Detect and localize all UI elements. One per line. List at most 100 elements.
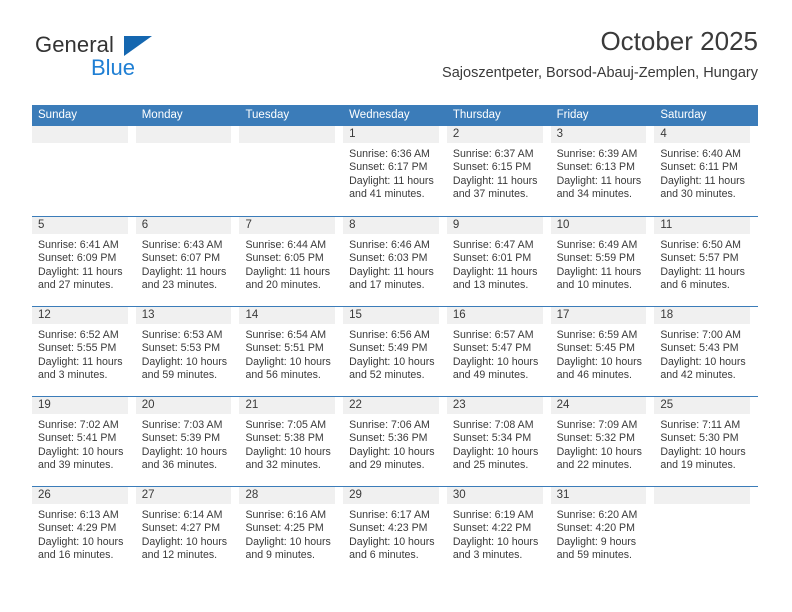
- day-details: [239, 143, 335, 148]
- day-detail-line: and 59 minutes.: [141, 369, 218, 382]
- day-detail-line: Sunrise: 6:46 AM: [349, 239, 430, 251]
- day-details: Sunrise: 7:08 AM Sunset: 5:34 PM Daylight:…: [447, 414, 543, 473]
- calendar-week-row: 5 Sunrise: 6:41 AM Sunset: 6:09 PM Daylight…: [32, 216, 758, 306]
- day-details: [654, 504, 750, 509]
- day-detail-line: Sunset: 6:11 PM: [660, 161, 738, 174]
- day-detail-line: Sunrise: 6:53 AM: [141, 329, 223, 341]
- day-cell-10[interactable]: 10 Sunrise: 6:49 AM Sunset: 5:59 PM Dayligh…: [550, 217, 655, 306]
- day-detail-line: Sunrise: 6:17 AM: [349, 509, 430, 521]
- day-detail-line: and 32 minutes.: [245, 459, 321, 472]
- day-cell-22[interactable]: 22 Sunrise: 7:06 AM Sunset: 5:36 PM Dayligh…: [343, 397, 447, 486]
- day-cell-3[interactable]: 3 Sunrise: 6:39 AM Sunset: 6:13 PM Daylight…: [550, 126, 655, 216]
- day-cell-18[interactable]: 18 Sunrise: 7:00 AM Sunset: 5:43 PM Dayligh…: [654, 307, 758, 396]
- day-details: Sunrise: 6:50 AM Sunset: 5:57 PM Daylight:…: [654, 234, 750, 293]
- day-number: 30: [446, 487, 543, 504]
- day-cell-16[interactable]: 16 Sunrise: 6:57 AM Sunset: 5:47 PM Dayligh…: [446, 307, 551, 396]
- day-cell-11[interactable]: 11 Sunrise: 6:50 AM Sunset: 5:57 PM Dayligh…: [654, 217, 758, 306]
- day-details: Sunrise: 6:47 AM Sunset: 6:01 PM Daylight:…: [447, 234, 543, 293]
- day-cell-23[interactable]: 23 Sunrise: 7:08 AM Sunset: 5:34 PM Dayligh…: [446, 397, 551, 486]
- day-cell-13[interactable]: 13 Sunrise: 6:53 AM Sunset: 5:53 PM Dayligh…: [135, 307, 240, 396]
- day-detail-line: Daylight: 10 hours: [660, 355, 746, 368]
- day-number: 1: [343, 126, 439, 143]
- weekday-header-row: Sunday Monday Tuesday Wednesday Thursday Frid…: [32, 105, 758, 126]
- day-detail-line: Daylight: 11 hours: [452, 265, 538, 278]
- day-detail-line: Sunset: 6:09 PM: [38, 252, 117, 265]
- day-cell-14[interactable]: 14 Sunrise: 6:54 AM Sunset: 5:51 PM Dayligh…: [239, 307, 343, 396]
- day-details: Sunrise: 6:57 AM Sunset: 5:47 PM Daylight:…: [447, 324, 543, 383]
- day-detail-line: Sunrise: 6:41 AM: [38, 239, 119, 251]
- day-number: 9: [446, 217, 543, 234]
- day-cell-19[interactable]: 19 Sunrise: 7:02 AM Sunset: 5:41 PM Dayligh…: [32, 397, 136, 486]
- day-details: Sunrise: 6:43 AM Sunset: 6:07 PM Daylight:…: [136, 234, 232, 293]
- day-details: Sunrise: 7:05 AM Sunset: 5:38 PM Daylight:…: [239, 414, 335, 473]
- day-detail-line: Daylight: 10 hours: [141, 445, 228, 458]
- day-cell-8[interactable]: 8 Sunrise: 6:46 AM Sunset: 6:03 PM Daylight…: [343, 217, 447, 306]
- day-details: [136, 143, 232, 148]
- day-cell-15[interactable]: 15 Sunrise: 6:56 AM Sunset: 5:49 PM Dayligh…: [343, 307, 447, 396]
- day-cell-6[interactable]: 6 Sunrise: 6:43 AM Sunset: 6:07 PM Daylight…: [135, 217, 240, 306]
- day-cell-12[interactable]: 12 Sunrise: 6:52 AM Sunset: 5:55 PM Dayligh…: [32, 307, 136, 396]
- day-detail-line: Daylight: 11 hours: [349, 174, 434, 187]
- day-cell-25[interactable]: 25 Sunrise: 7:11 AM Sunset: 5:30 PM Dayligh…: [654, 397, 758, 486]
- page-header: General Blue October 2025 Sajoszentpeter…: [32, 26, 758, 98]
- day-details: Sunrise: 6:41 AM Sunset: 6:09 PM Daylight:…: [32, 234, 128, 293]
- day-cell-27[interactable]: 27 Sunrise: 6:14 AM Sunset: 4:27 PM Dayligh…: [135, 487, 240, 576]
- day-number: 2: [446, 126, 543, 143]
- calendar-week-row: 19 Sunrise: 7:02 AM Sunset: 5:41 PM Dayligh…: [32, 396, 758, 486]
- day-cell-21[interactable]: 21 Sunrise: 7:05 AM Sunset: 5:38 PM Dayligh…: [239, 397, 343, 486]
- day-cell-17[interactable]: 17 Sunrise: 6:59 AM Sunset: 5:45 PM Dayligh…: [550, 307, 655, 396]
- day-cell-31[interactable]: 31 Sunrise: 6:20 AM Sunset: 4:20 PM Dayligh…: [550, 487, 655, 576]
- day-number: [32, 126, 128, 143]
- weekday-header-friday: Friday: [556, 109, 589, 121]
- day-detail-line: Sunset: 5:59 PM: [556, 252, 635, 265]
- day-detail-line: Daylight: 10 hours: [452, 445, 539, 458]
- day-detail-line: Sunset: 5:49 PM: [349, 342, 428, 355]
- day-number: 26: [32, 487, 128, 504]
- day-detail-line: Daylight: 10 hours: [141, 355, 228, 368]
- day-number: 7: [239, 217, 336, 234]
- day-cell-7[interactable]: 7 Sunrise: 6:44 AM Sunset: 6:05 PM Daylight…: [239, 217, 343, 306]
- day-detail-line: Sunset: 5:57 PM: [660, 252, 739, 265]
- day-cell-30[interactable]: 30 Sunrise: 6:19 AM Sunset: 4:22 PM Dayligh…: [446, 487, 551, 576]
- day-details: Sunrise: 6:46 AM Sunset: 6:03 PM Daylight:…: [343, 234, 439, 293]
- logo-word-blue: Blue: [91, 55, 136, 80]
- calendar-page: General Blue October 2025 Sajoszentpeter…: [0, 0, 792, 612]
- day-detail-line: Daylight: 10 hours: [38, 535, 124, 548]
- day-detail-line: Sunset: 6:05 PM: [245, 252, 324, 265]
- day-cell-empty: [135, 126, 240, 216]
- day-detail-line: Daylight: 10 hours: [452, 535, 539, 548]
- day-cell-5[interactable]: 5 Sunrise: 6:41 AM Sunset: 6:09 PM Daylight…: [32, 217, 136, 306]
- day-detail-line: Sunset: 5:43 PM: [660, 342, 739, 355]
- day-cell-9[interactable]: 9 Sunrise: 6:47 AM Sunset: 6:01 PM Daylight…: [446, 217, 551, 306]
- day-detail-line: Sunrise: 7:05 AM: [245, 419, 327, 431]
- day-cell-29[interactable]: 29 Sunrise: 6:17 AM Sunset: 4:23 PM Dayligh…: [343, 487, 447, 576]
- day-details: Sunrise: 6:49 AM Sunset: 5:59 PM Daylight:…: [551, 234, 647, 293]
- day-detail-line: and 20 minutes.: [245, 279, 321, 292]
- day-details: Sunrise: 6:16 AM Sunset: 4:25 PM Daylight:…: [239, 504, 335, 563]
- day-detail-line: and 12 minutes.: [141, 549, 218, 562]
- calendar-weeks: 1 Sunrise: 6:36 AM Sunset: 6:17 PM Daylight…: [32, 126, 758, 576]
- weekday-header-saturday: Saturday: [660, 109, 707, 121]
- generalblue-logo[interactable]: General Blue: [32, 32, 232, 94]
- day-detail-line: and 3 minutes.: [38, 369, 108, 382]
- day-cell-1[interactable]: 1 Sunrise: 6:36 AM Sunset: 6:17 PM Daylight…: [343, 126, 447, 216]
- day-cell-2[interactable]: 2 Sunrise: 6:37 AM Sunset: 6:15 PM Daylight…: [446, 126, 551, 216]
- day-detail-line: and 25 minutes.: [452, 459, 529, 472]
- day-number: 29: [343, 487, 439, 504]
- day-cell-20[interactable]: 20 Sunrise: 7:03 AM Sunset: 5:39 PM Dayligh…: [135, 397, 240, 486]
- day-cell-24[interactable]: 24 Sunrise: 7:09 AM Sunset: 5:32 PM Dayligh…: [550, 397, 655, 486]
- day-detail-line: Sunrise: 7:03 AM: [141, 419, 223, 431]
- day-detail-line: and 10 minutes.: [556, 279, 632, 292]
- day-details: Sunrise: 6:40 AM Sunset: 6:11 PM Daylight:…: [654, 143, 750, 202]
- day-number: 10: [550, 217, 647, 234]
- day-cell-26[interactable]: 26 Sunrise: 6:13 AM Sunset: 4:29 PM Dayligh…: [32, 487, 136, 576]
- day-detail-line: Daylight: 11 hours: [556, 265, 642, 278]
- day-cell-empty: [654, 487, 758, 576]
- day-detail-line: Sunrise: 6:47 AM: [452, 239, 534, 251]
- day-details: Sunrise: 6:20 AM Sunset: 4:20 PM Daylight:…: [551, 504, 647, 563]
- day-detail-line: and 19 minutes.: [660, 459, 736, 472]
- day-cell-4[interactable]: 4 Sunrise: 6:40 AM Sunset: 6:11 PM Daylight…: [654, 126, 758, 216]
- day-number: 18: [654, 307, 751, 324]
- day-cell-28[interactable]: 28 Sunrise: 6:16 AM Sunset: 4:25 PM Dayligh…: [239, 487, 343, 576]
- day-detail-line: Sunset: 5:38 PM: [245, 432, 324, 445]
